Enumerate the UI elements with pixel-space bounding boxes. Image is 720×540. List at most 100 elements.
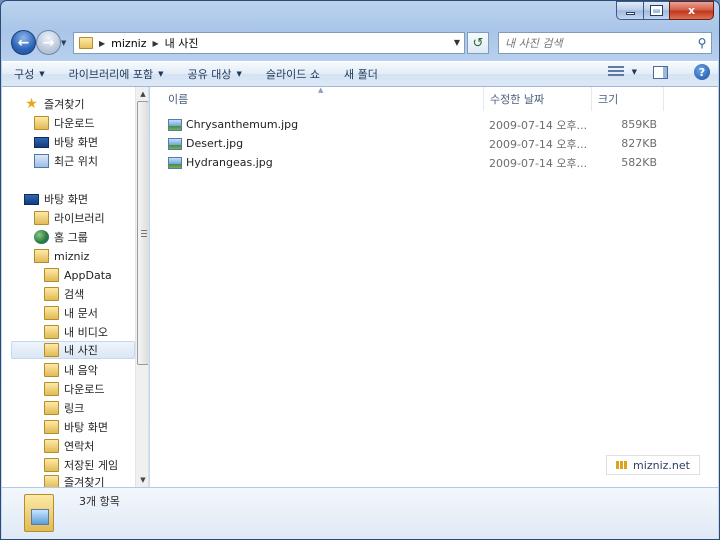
tree-item-links[interactable]: 링크 [44, 399, 84, 417]
tree-item-pictures[interactable]: 내 사진 [11, 341, 135, 359]
maximize-button[interactable] [643, 1, 669, 20]
favorites-folder-icon [44, 475, 59, 487]
scroll-up-icon[interactable]: ▲ [136, 87, 148, 101]
file-size: 827KB [621, 137, 657, 150]
include-in-library-button[interactable]: 라이브러리에 포함 ▼ [57, 61, 176, 87]
close-button[interactable]: x [669, 1, 714, 20]
breadcrumb-my-pictures[interactable]: 내 사진 [165, 35, 199, 51]
tree-item-recent-places[interactable]: 최근 위치 [34, 152, 98, 170]
change-view-icon[interactable] [607, 66, 624, 78]
search-input[interactable] [499, 36, 693, 50]
tree-item-label: 홈 그룹 [54, 231, 88, 244]
file-date: 2009-07-14 오후... [489, 156, 588, 170]
forward-button[interactable]: → [36, 30, 61, 55]
download-folder-icon [44, 382, 59, 396]
share-with-label: 공유 대상 [187, 68, 232, 81]
scrollbar-thumb[interactable] [137, 101, 148, 365]
tree-item-label: AppData [64, 268, 112, 282]
navigation-bar: ← → ▼ ▶ mizniz ▶ 내 사진 ▼ ↺ ⚲ [1, 29, 719, 57]
minimize-button[interactable] [616, 1, 643, 20]
item-count: 3개 항목 [79, 495, 120, 508]
new-folder-button[interactable]: 새 폴더 [332, 61, 390, 87]
tree-item-libraries[interactable]: 라이브러리 [34, 209, 105, 227]
star-icon: ★ [25, 96, 38, 112]
column-header-size[interactable]: 크기 [592, 87, 664, 111]
tree-item-appdata[interactable]: AppData [44, 266, 112, 284]
chevron-right-icon[interactable]: ▶ [153, 39, 159, 48]
contacts-folder-icon [44, 439, 59, 453]
details-pane: 3개 항목 [2, 487, 718, 539]
tree-favorites[interactable]: ★ 즐겨찾기 [24, 95, 84, 113]
column-header-date[interactable]: 수정한 날짜 [484, 87, 592, 111]
tree-item-user-downloads[interactable]: 다운로드 [44, 380, 104, 398]
search-icon[interactable]: ⚲ [693, 36, 711, 50]
back-arrow-icon: ← [17, 34, 30, 51]
file-row[interactable]: Chrysanthemum.jpg 2009-07-14 오후... 859KB [150, 115, 718, 134]
tree-item-label: 라이브러리 [54, 212, 105, 225]
column-header-label: 이름 [168, 93, 189, 106]
grip-icon [141, 230, 147, 237]
tree-item-label: 바탕 화면 [44, 193, 88, 206]
pictures-folder-icon [44, 343, 59, 357]
tree-item-videos[interactable]: 내 비디오 [44, 323, 108, 341]
chevron-down-icon: ▼ [158, 70, 164, 78]
tree-item-label: 즐겨찾기 [64, 476, 105, 487]
tree-desktop[interactable]: 바탕 화면 [24, 190, 88, 208]
tree-item-music[interactable]: 내 음악 [44, 361, 98, 379]
tree-item-saved-games[interactable]: 저장된 게임 [44, 456, 118, 474]
scroll-down-icon[interactable]: ▼ [136, 473, 148, 487]
documents-folder-icon [44, 306, 59, 320]
chevron-down-icon: ▼ [236, 70, 242, 78]
videos-folder-icon [44, 325, 59, 339]
tree-item-label: 즐겨찾기 [44, 98, 85, 111]
view-controls: ▼ ? [607, 64, 710, 80]
links-folder-icon [44, 401, 59, 415]
watermark: mizniz.net [606, 455, 700, 475]
file-row[interactable]: Hydrangeas.jpg 2009-07-14 오후... 582KB [150, 153, 718, 172]
tree-item-user-favorites[interactable]: 즐겨찾기 [44, 473, 104, 487]
tree-item-downloads[interactable]: 다운로드 [34, 114, 94, 132]
file-date: 2009-07-14 오후... [489, 118, 588, 132]
address-bar[interactable]: ▶ mizniz ▶ 내 사진 ▼ [73, 32, 465, 54]
tree-item-label: 바탕 화면 [64, 421, 108, 434]
back-button[interactable]: ← [11, 30, 36, 55]
share-with-button[interactable]: 공유 대상 ▼ [176, 61, 254, 87]
pictures-folder-icon [24, 494, 54, 532]
file-name: Hydrangeas.jpg [186, 156, 273, 169]
column-header-name[interactable]: 이름 [162, 87, 484, 111]
tree-item-mizniz[interactable]: mizniz [34, 247, 89, 265]
chevron-right-icon[interactable]: ▶ [99, 39, 105, 48]
file-row[interactable]: Desert.jpg 2009-07-14 오후... 827KB [150, 134, 718, 153]
navigation-pane: ★ 즐겨찾기 다운로드 바탕 화면 최근 위치 바탕 화면 라이브러리 홈 그룹 [2, 87, 149, 487]
tree-item-label: 최근 위치 [54, 155, 98, 168]
slideshow-label: 슬라이드 쇼 [265, 68, 320, 81]
file-size: 859KB [621, 118, 657, 131]
saved-games-folder-icon [44, 458, 59, 472]
recent-pages-dropdown[interactable]: ▼ [61, 39, 66, 47]
desktop-icon [24, 193, 39, 205]
preview-pane-icon[interactable] [653, 65, 668, 79]
folder-icon [79, 37, 93, 49]
view-options-dropdown-icon[interactable]: ▼ [632, 68, 637, 76]
file-name: Desert.jpg [186, 137, 244, 150]
image-file-icon [168, 156, 182, 169]
help-icon[interactable]: ? [694, 64, 710, 80]
search-box[interactable]: ⚲ [498, 32, 712, 54]
tree-item-documents[interactable]: 내 문서 [44, 304, 98, 322]
tree-item-searches[interactable]: 검색 [44, 285, 84, 303]
file-name: Chrysanthemum.jpg [186, 118, 299, 131]
organize-button[interactable]: 구성 ▼ [2, 61, 57, 87]
folder-icon [44, 268, 59, 282]
refresh-button[interactable]: ↺ [467, 32, 489, 54]
image-file-icon [168, 137, 182, 150]
music-folder-icon [44, 363, 59, 377]
tree-item-desktop-favorite[interactable]: 바탕 화면 [34, 133, 98, 151]
navigation-scrollbar[interactable]: ▲ ▼ [135, 87, 148, 487]
tree-item-contacts[interactable]: 연락처 [44, 437, 94, 455]
tree-item-homegroup[interactable]: 홈 그룹 [34, 228, 88, 246]
breadcrumb-mizniz[interactable]: mizniz [111, 37, 146, 50]
desktop-folder-icon [44, 420, 59, 434]
address-dropdown-icon[interactable]: ▼ [454, 38, 460, 47]
tree-item-user-desktop[interactable]: 바탕 화면 [44, 418, 108, 436]
slideshow-button[interactable]: 슬라이드 쇼 [254, 61, 332, 87]
